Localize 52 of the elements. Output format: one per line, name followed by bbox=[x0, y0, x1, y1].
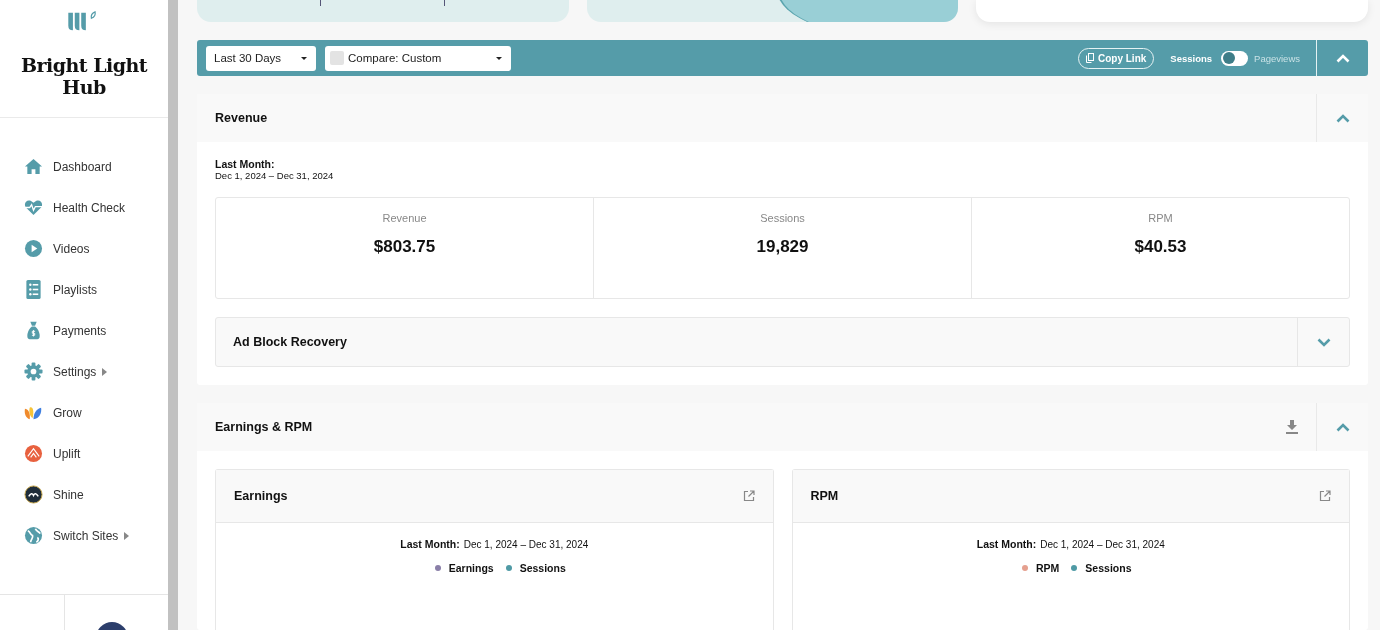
period-label: Last Month: bbox=[976, 538, 1037, 550]
card-title: Earnings bbox=[234, 489, 288, 503]
panel-title: Revenue bbox=[215, 111, 269, 125]
compare-dropdown[interactable]: Compare: Custom bbox=[325, 45, 511, 71]
stat-label: RPM bbox=[1148, 212, 1173, 224]
nav-item[interactable]: Switch Sites bbox=[0, 515, 168, 556]
home-icon bbox=[24, 157, 43, 176]
checkbox[interactable] bbox=[330, 51, 344, 65]
legend-label: RPM bbox=[1036, 562, 1060, 574]
nav-item[interactable]: Videos bbox=[0, 228, 168, 269]
section-title: Ad Block Recovery bbox=[233, 335, 348, 349]
external-link-icon[interactable] bbox=[742, 490, 755, 502]
nav-item[interactable]: Health Check bbox=[0, 187, 168, 228]
nav-item[interactable]: Playlists bbox=[0, 269, 168, 310]
copy-icon bbox=[1086, 53, 1094, 63]
period-dates: Dec 1, 2024 – Dec 31, 2024 bbox=[215, 170, 335, 181]
nav-item[interactable]: Grow bbox=[0, 392, 168, 433]
period-label: Last Month: bbox=[400, 538, 460, 550]
toggle-label: Pageviews bbox=[1254, 52, 1300, 64]
nav-item[interactable]: Settings bbox=[0, 351, 168, 392]
nav-item[interactable]: Dashboard bbox=[0, 146, 168, 187]
gear-icon bbox=[24, 362, 43, 381]
circle-logo-icon bbox=[24, 444, 43, 463]
download-icon[interactable] bbox=[1286, 420, 1298, 434]
brand-name: Bright Light Hub bbox=[19, 54, 149, 98]
toggle-label: Sessions bbox=[1170, 52, 1213, 64]
nav-item[interactable]: Uplift bbox=[0, 433, 168, 474]
stat-label: Sessions bbox=[760, 212, 805, 224]
scrollbar[interactable] bbox=[168, 0, 178, 630]
list-icon bbox=[24, 280, 43, 299]
legend-label: Sessions bbox=[519, 562, 566, 574]
stat-label: Revenue bbox=[382, 212, 427, 224]
globe-icon bbox=[24, 526, 43, 545]
period-label: Last Month: bbox=[215, 158, 276, 170]
play-icon bbox=[24, 239, 43, 258]
heart-pulse-icon bbox=[24, 198, 43, 217]
card-title: RPM bbox=[810, 489, 839, 503]
period-dates: Dec 1, 2024 – Dec 31, 2024 bbox=[1040, 539, 1165, 550]
toggle-switch[interactable] bbox=[1221, 50, 1249, 66]
circle-logo-icon bbox=[24, 485, 43, 504]
panel-title: Earnings & RPM bbox=[215, 420, 314, 434]
external-link-icon[interactable] bbox=[1319, 490, 1331, 502]
stat-value: 19,829 bbox=[756, 237, 809, 257]
date-range-dropdown[interactable]: Last 30 Days bbox=[206, 45, 316, 71]
stat-value: $40.53 bbox=[1134, 237, 1187, 257]
money-bag-icon bbox=[24, 321, 43, 340]
nav-item[interactable]: Shine bbox=[0, 474, 168, 515]
nav-item[interactable]: Payments bbox=[0, 310, 168, 351]
legend-label: Earnings bbox=[448, 562, 494, 574]
legend-label: Sessions bbox=[1085, 562, 1132, 574]
period-dates: Dec 1, 2024 – Dec 31, 2024 bbox=[463, 539, 589, 550]
stat-value: $803.75 bbox=[373, 237, 436, 257]
